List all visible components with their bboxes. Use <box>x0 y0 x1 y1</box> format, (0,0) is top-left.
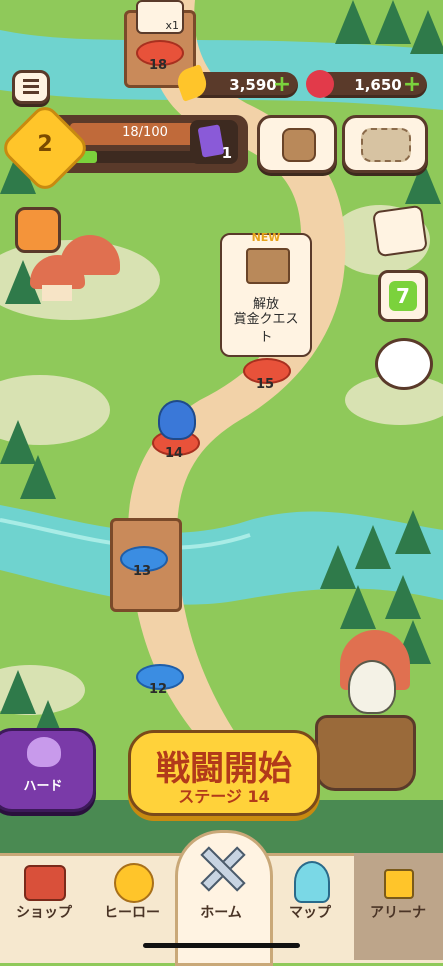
tree <box>385 575 421 619</box>
locked-slot-button[interactable] <box>342 115 428 173</box>
home-indicator <box>143 943 300 948</box>
player-level: 2 <box>37 132 53 157</box>
tree <box>375 0 411 44</box>
tree-stump <box>315 715 416 791</box>
hero-icon <box>114 863 154 903</box>
ticket-icon <box>197 124 225 158</box>
lock-icon <box>384 869 414 899</box>
calendar-day: 7 <box>389 281 417 311</box>
menu-button[interactable] <box>12 70 50 104</box>
new-badge: NEW <box>251 231 281 244</box>
tree <box>355 525 391 569</box>
apple-amount: 1,650 <box>354 76 402 94</box>
deer-boss-icon[interactable] <box>375 338 433 390</box>
nav-label: ショップ <box>16 905 72 921</box>
hamburger-icon <box>23 79 39 82</box>
map-portal-icon <box>294 861 330 903</box>
nav-tab-shop[interactable]: ショップ <box>0 853 88 960</box>
tree <box>335 0 371 44</box>
gold-amount: 3,590 <box>229 76 277 94</box>
stage-number: 15 <box>255 377 275 392</box>
stage-number: 13 <box>132 564 152 579</box>
add-apples-button[interactable]: + <box>402 74 422 96</box>
bag-button[interactable] <box>257 115 337 173</box>
nav-label: ヒーロー <box>104 905 160 921</box>
ticket-count: 1 <box>221 144 232 162</box>
reward-count: x1 <box>165 19 179 32</box>
nav-label: ホーム <box>200 905 242 921</box>
bounty-scroll-icon <box>246 248 290 284</box>
tree <box>410 10 443 54</box>
tree <box>20 455 56 499</box>
hard-mode-button[interactable]: ハード <box>0 728 96 812</box>
calendar-button[interactable]: 7 <box>378 270 428 322</box>
hard-mode-label: ハード <box>23 779 63 794</box>
apple-icon <box>306 70 334 98</box>
stage-number: 12 <box>148 682 168 697</box>
scroll-quest-icon[interactable] <box>372 204 428 258</box>
battle-stage-label: ステージ 14 <box>178 787 270 806</box>
nav-tab-arena[interactable]: アリーナ <box>354 853 442 960</box>
chest-reward-icon[interactable]: x1 <box>136 0 184 34</box>
add-gold-button[interactable]: + <box>272 74 292 96</box>
nav-label: アリーナ <box>370 905 426 921</box>
start-battle-button[interactable]: 戦闘開始 ステージ 14 <box>128 730 320 816</box>
quest-popup[interactable]: NEW 解放 賞金クエスト <box>220 231 312 357</box>
tree <box>340 585 376 629</box>
hero-character <box>158 400 196 440</box>
stage-number: 14 <box>164 446 184 461</box>
nav-label: マップ <box>289 905 331 921</box>
empty-slot-icon <box>361 128 411 162</box>
quest-title: 解放 <box>252 297 279 312</box>
tree <box>320 545 356 589</box>
cat-hero-character[interactable] <box>348 660 396 714</box>
fox-hero-portrait-button[interactable] <box>15 207 61 253</box>
stage-number: 18 <box>148 58 168 73</box>
ticket-slot[interactable]: 1 <box>190 120 238 164</box>
shop-icon <box>24 865 66 901</box>
bag-icon <box>282 128 316 162</box>
demon-icon <box>27 737 61 767</box>
quest-subtitle: 賞金クエスト <box>233 312 299 345</box>
swords-icon <box>197 843 246 892</box>
tree <box>395 510 431 554</box>
